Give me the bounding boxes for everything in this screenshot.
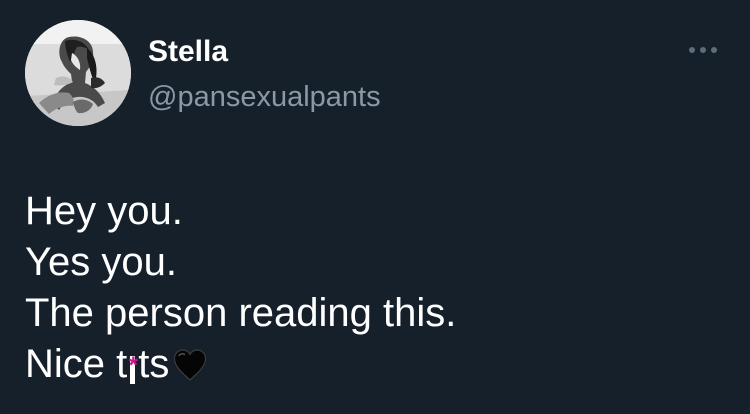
tweet-line: Yes you.	[25, 240, 177, 284]
black-heart-icon	[171, 347, 209, 383]
more-horizontal-icon	[689, 47, 695, 53]
more-options-button[interactable]	[683, 38, 723, 62]
profile-photo-avatar	[25, 20, 131, 126]
author-handle[interactable]: @pansexualpants	[148, 80, 381, 114]
censor-star-icon: *	[128, 352, 138, 379]
tweet-line: The person reading this.	[25, 291, 457, 335]
more-horizontal-icon	[700, 47, 706, 53]
tweet-text: Hey you. Yes you. The person reading thi…	[25, 186, 715, 390]
tweet-line: Hey you.	[25, 189, 183, 233]
tweet-line: Nice t * ts	[25, 339, 715, 390]
author-name[interactable]: Stella	[148, 34, 228, 70]
tweet-card: Stella @pansexualpants Hey you. Yes you.…	[0, 0, 750, 414]
censored-letter: *	[127, 344, 138, 384]
avatar[interactable]	[25, 20, 131, 126]
more-horizontal-icon	[711, 47, 717, 53]
tweet-line-text-start: Nice t	[25, 342, 128, 386]
